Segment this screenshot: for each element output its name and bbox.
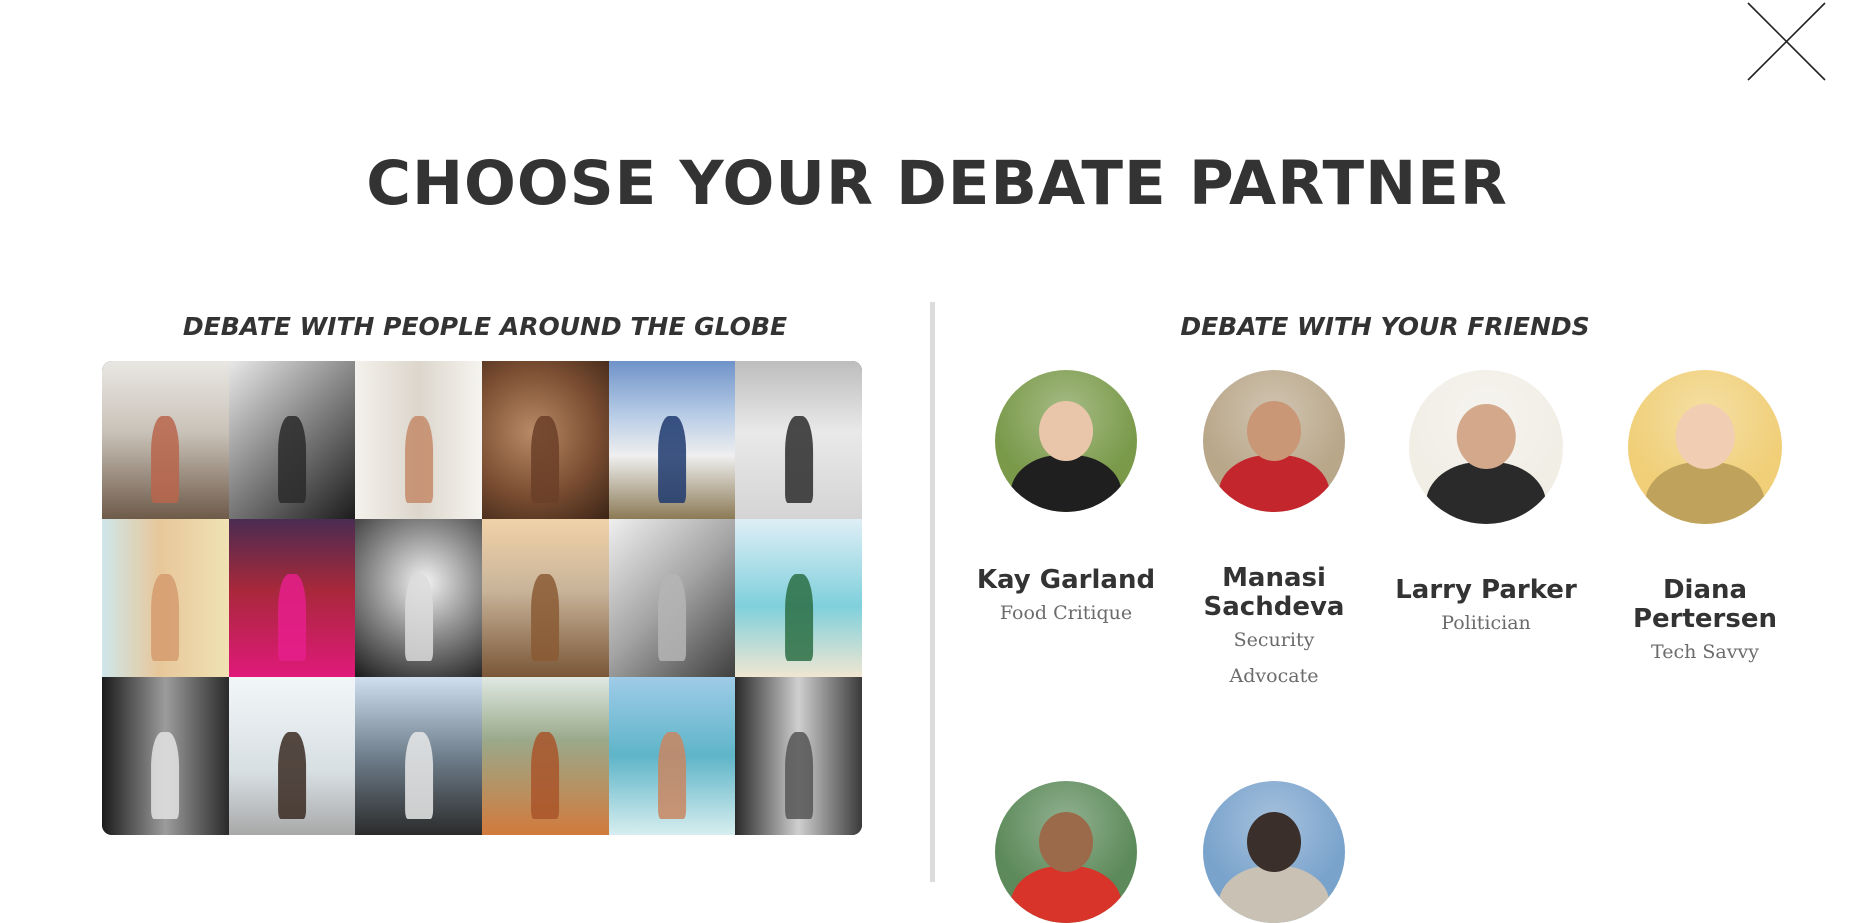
avatar-body xyxy=(1425,462,1547,524)
photo-subject xyxy=(278,416,306,504)
photo-subject xyxy=(404,732,433,820)
photo-tile xyxy=(228,677,356,835)
photo-tile xyxy=(608,677,736,835)
photo-subject xyxy=(151,416,180,504)
photo-subject xyxy=(784,574,813,662)
close-x-icon xyxy=(1747,2,1826,81)
friend-role: Food Critique xyxy=(999,602,1133,624)
avatar-face xyxy=(1247,812,1301,872)
photo-subject xyxy=(151,574,180,662)
friend-card[interactable]: Kay Garland Food Critique xyxy=(966,370,1166,631)
friend-name[interactable]: Manasi Sachdeva xyxy=(1194,564,1354,622)
photo-tile xyxy=(481,361,609,519)
photo-tile xyxy=(735,519,862,677)
avatar-friend-6[interactable] xyxy=(1203,781,1345,923)
photo-tile xyxy=(355,677,482,835)
photo-tile xyxy=(481,519,609,677)
friend-role: Politician xyxy=(1441,612,1531,634)
avatar-face xyxy=(1039,401,1093,461)
globe-section-heading: DEBATE WITH PEOPLE AROUND THE GLOBE xyxy=(182,312,788,341)
photo-subject xyxy=(531,416,560,504)
photo-tile xyxy=(228,519,356,677)
section-divider xyxy=(930,302,935,882)
photo-subject xyxy=(151,732,180,820)
friend-card[interactable]: Larry Parker Politician xyxy=(1386,370,1586,641)
photo-tile xyxy=(228,361,356,519)
avatar-body xyxy=(1218,866,1330,923)
friend-name[interactable]: Larry Parker xyxy=(1386,576,1586,605)
avatar-body xyxy=(1010,455,1122,512)
avatar-kay-garland[interactable] xyxy=(995,370,1137,512)
photo-tile xyxy=(608,361,736,519)
page-title: CHOOSE YOUR DEBATE PARTNER xyxy=(366,148,1508,219)
friend-name[interactable]: Kay Garland xyxy=(966,566,1166,595)
global-debaters-photo-grid[interactable] xyxy=(102,361,862,835)
photo-subject xyxy=(278,732,306,820)
avatar-body xyxy=(1218,455,1330,512)
friend-role: Security Advocate xyxy=(1229,629,1319,687)
photo-subject xyxy=(658,574,686,662)
photo-subject xyxy=(784,416,813,504)
avatar-face xyxy=(1675,403,1735,469)
photo-subject xyxy=(531,574,560,662)
avatar-face xyxy=(1039,812,1093,872)
photo-tile xyxy=(735,677,862,835)
photo-tile xyxy=(608,519,736,677)
photo-subject xyxy=(658,732,686,820)
photo-tile xyxy=(102,677,229,835)
photo-subject xyxy=(404,416,433,504)
friends-section-heading: DEBATE WITH YOUR FRIENDS xyxy=(1180,312,1590,341)
friend-card[interactable] xyxy=(966,781,1166,923)
friend-name[interactable]: Diana Pertersen xyxy=(1625,576,1785,634)
friend-card[interactable] xyxy=(1174,781,1374,923)
avatar-body xyxy=(1010,866,1122,923)
close-button[interactable] xyxy=(1745,0,1827,82)
avatar-body xyxy=(1644,462,1766,524)
avatar-manasi-sachdeva[interactable] xyxy=(1203,370,1345,512)
friend-card[interactable]: Manasi Sachdeva Security Advocate xyxy=(1174,370,1374,694)
friend-card[interactable]: Diana Pertersen Tech Savvy xyxy=(1605,370,1805,670)
photo-subject xyxy=(658,416,686,504)
photo-subject xyxy=(404,574,433,662)
photo-tile xyxy=(102,361,229,519)
photo-tile xyxy=(102,519,229,677)
friend-role: Tech Savvy xyxy=(1651,641,1759,663)
photo-subject xyxy=(278,574,306,662)
avatar-diana-pertersen[interactable] xyxy=(1628,370,1782,524)
photo-tile xyxy=(355,361,482,519)
avatar-larry-parker[interactable] xyxy=(1409,370,1563,524)
avatar-face xyxy=(1247,401,1301,461)
photo-tile xyxy=(735,361,862,519)
photo-tile xyxy=(355,519,482,677)
photo-subject xyxy=(531,732,560,820)
avatar-friend-5[interactable] xyxy=(995,781,1137,923)
photo-subject xyxy=(784,732,813,820)
avatar-face xyxy=(1456,403,1516,469)
photo-tile xyxy=(481,677,609,835)
